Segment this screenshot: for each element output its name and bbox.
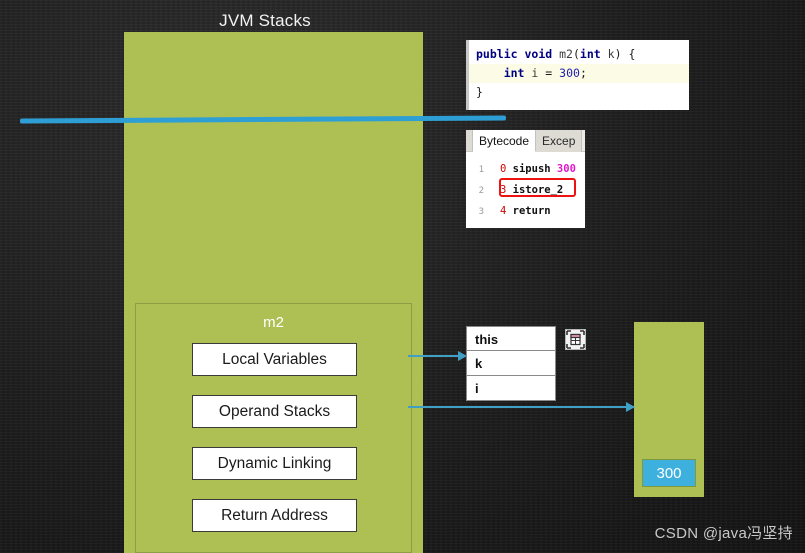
bytecode-row: 1 0 sipush 300 [470, 159, 585, 180]
frame-component-label: Dynamic Linking [217, 454, 332, 472]
source-code-panel: public void m2(int k) { int i = 300; } [466, 40, 689, 110]
local-variables-table: this k i [466, 326, 556, 401]
bytecode-offset: 0 [500, 163, 507, 175]
semicolon: ; [579, 66, 587, 80]
frame-component-label: Return Address [221, 506, 328, 524]
table-grid-icon[interactable] [565, 329, 586, 350]
code-line-3: } [466, 83, 689, 102]
frame-component-operand-stacks[interactable]: Operand Stacks [192, 395, 357, 428]
operand-stack-box: 300 [634, 322, 704, 497]
bytecode-opcode: istore_2 [512, 184, 564, 196]
tab-bytecode[interactable]: Bytecode [473, 130, 537, 152]
frame-component-dynamic-linking[interactable]: Dynamic Linking [192, 447, 357, 480]
bytecode-line-number: 2 [478, 186, 484, 196]
bytecode-tab-bar: Bytecode Excep [466, 130, 585, 152]
bytecode-operand: 300 [556, 163, 576, 175]
bytecode-opcode: sipush [512, 163, 551, 175]
watermark: CSDN @java冯坚持 [654, 525, 793, 542]
page-title: JVM Stacks [219, 11, 311, 30]
bytecode-opcode: return [512, 205, 551, 217]
bytecode-instruction-list: 1 0 sipush 300 2 3 istore_2 3 4 return [466, 152, 585, 222]
literal-value: 300 [559, 66, 580, 80]
operand-stack-value: 300 [642, 459, 696, 487]
arrow-operand-stack-head [626, 402, 635, 412]
bytecode-line-number: 3 [478, 207, 484, 217]
stack-frame-m2: m2 Local Variables Operand Stacks Dynami… [135, 303, 412, 553]
keyword-int: int [503, 66, 525, 80]
highlight-gutter-bar [466, 40, 469, 110]
variable-name: i [531, 66, 539, 80]
brace-open: { [621, 47, 636, 61]
method-name: m2 [559, 47, 573, 61]
diagram-canvas: JVM Stacks m2 Local Variables Operand St… [0, 0, 805, 553]
code-line-1: public void m2(int k) { [466, 45, 689, 64]
assign-operator: = [545, 66, 553, 80]
bytecode-row: 2 3 istore_2 [470, 180, 585, 201]
bytecode-line-number: 1 [478, 165, 484, 175]
frame-component-label: Local Variables [222, 350, 327, 368]
paren-open: ( [572, 47, 580, 61]
bytecode-offset: 4 [500, 205, 507, 217]
paren-close: ) [614, 47, 622, 61]
frame-component-local-variables[interactable]: Local Variables [192, 343, 357, 376]
frame-component-return-address[interactable]: Return Address [192, 499, 357, 532]
tab-exceptions[interactable]: Excep [536, 130, 583, 152]
keyword-int: int [579, 47, 601, 61]
param-name: k [607, 47, 615, 61]
code-line-2-highlighted: int i = 300; [466, 40, 689, 110]
brace-close: } [476, 85, 483, 99]
local-variable-row[interactable]: this [466, 326, 556, 351]
frame-component-label: Operand Stacks [218, 402, 331, 420]
keyword-public: public [476, 47, 518, 61]
tab-stub [466, 130, 473, 151]
local-variable-row[interactable]: k [466, 351, 556, 376]
stack-frame-label: m2 [263, 314, 284, 331]
arrow-local-variables-line [408, 355, 463, 357]
arrow-operand-stack-line [408, 406, 634, 408]
keyword-void: void [524, 47, 553, 61]
bytecode-offset: 3 [500, 184, 507, 196]
bytecode-panel: Bytecode Excep 1 0 sipush 300 2 3 istore… [466, 130, 585, 228]
local-variable-row[interactable]: i [466, 376, 556, 401]
bytecode-row: 3 4 return [470, 201, 585, 222]
